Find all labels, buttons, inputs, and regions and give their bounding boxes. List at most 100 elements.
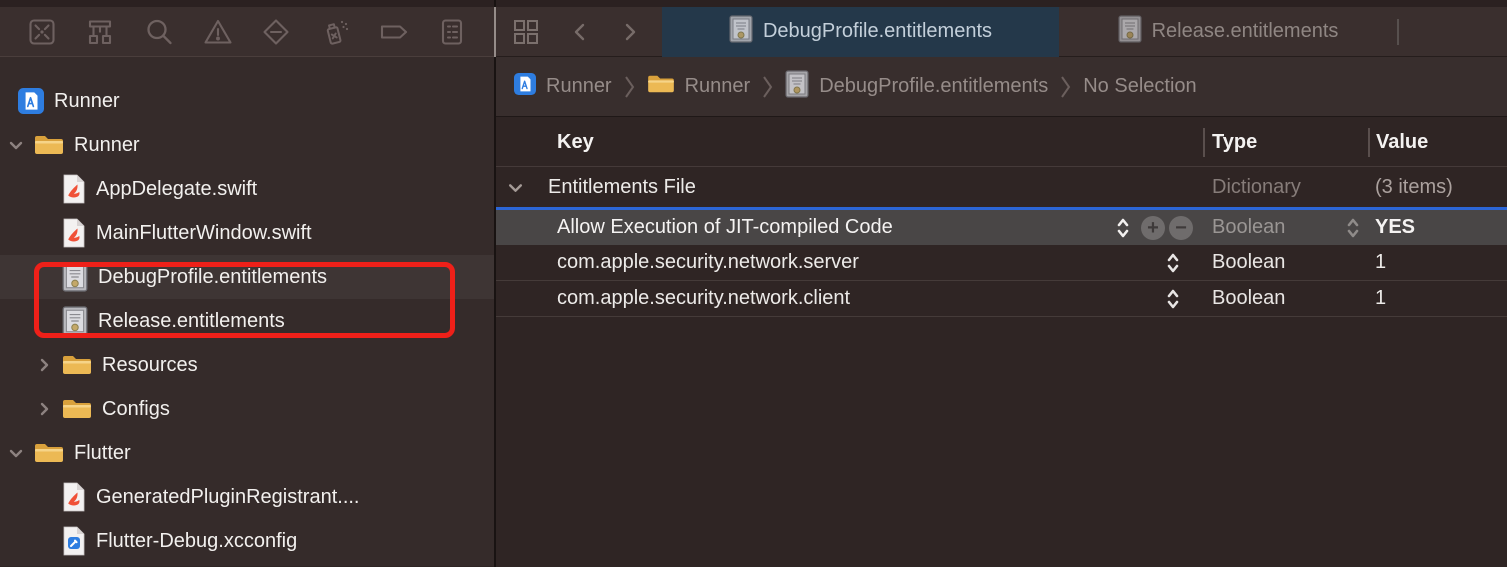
back-chevron-icon[interactable] (570, 20, 590, 44)
sidebar-item-generatedpluginregistrant[interactable]: GeneratedPluginRegistrant.... (0, 475, 494, 519)
key-stepper[interactable] (1166, 251, 1180, 281)
add-row-button[interactable]: + (1141, 216, 1165, 240)
sidebar-item-debugprofile-entitlements[interactable]: DebugProfile.entitlements (0, 255, 494, 299)
folder-icon (647, 73, 675, 101)
sidebar-item-resources[interactable]: Resources (0, 343, 494, 387)
tab-debugprofile-entitlements[interactable]: DebugProfile.entitlements (662, 7, 1059, 57)
key-stepper[interactable] (1166, 287, 1180, 317)
breadcrumb-chevron-icon (624, 74, 635, 100)
tab-bar: DebugProfile.entitlements Release.entitl… (496, 7, 1507, 57)
table-row-entitlements-file[interactable]: Entitlements File Dictionary (3 items) (496, 167, 1507, 207)
xcode-window: Runner Runner AppDelegate.swift (0, 0, 1507, 567)
sidebar-item-runner-folder[interactable]: Runner (0, 123, 494, 167)
navigator-toolbar (0, 7, 494, 57)
row-type: Boolean (1212, 281, 1285, 316)
row-value: YES (1375, 210, 1415, 245)
sidebar-item-label: GeneratedPluginRegistrant.... (96, 486, 360, 509)
editor-pane: DebugProfile.entitlements Release.entitl… (496, 7, 1507, 567)
report-list-icon[interactable] (435, 15, 469, 49)
chevron-right-icon[interactable] (36, 357, 52, 373)
tab-release-entitlements[interactable]: Release.entitlements (1059, 7, 1397, 57)
folder-icon (62, 353, 92, 377)
row-key: com.apple.security.network.client (557, 281, 850, 316)
table-row-jit-compiled-code[interactable]: Allow Execution of JIT-compiled Code + −… (496, 207, 1507, 245)
chevron-down-icon[interactable] (8, 137, 24, 153)
sidebar-item-flutter-folder[interactable]: Flutter (0, 431, 494, 475)
entitlements-file-icon (62, 262, 88, 292)
warning-icon[interactable] (201, 15, 235, 49)
remove-row-button[interactable]: − (1169, 216, 1193, 240)
chevron-down-icon[interactable] (8, 445, 24, 461)
breadcrumb-chevron-icon (762, 74, 773, 100)
tag-icon[interactable] (377, 15, 411, 49)
sidebar-item-label: AppDelegate.swift (96, 178, 257, 201)
row-key: Entitlements File (548, 167, 696, 207)
tab-label: DebugProfile.entitlements (763, 20, 992, 43)
xcode-project-icon (18, 88, 44, 114)
sidebar-item-configs[interactable]: Configs (0, 387, 494, 431)
row-key: Allow Execution of JIT-compiled Code (557, 210, 893, 245)
sidebar-item-label: DebugProfile.entitlements (98, 266, 327, 289)
test-diamond-icon[interactable] (259, 15, 293, 49)
entitlements-file-icon (785, 70, 809, 104)
table-row-network-server[interactable]: com.apple.security.network.server Boolea… (496, 245, 1507, 281)
column-separator[interactable] (1368, 128, 1370, 157)
row-type: Boolean (1212, 210, 1285, 245)
sidebar-item-label: Release.entitlements (98, 310, 285, 333)
left-pane: Runner Runner AppDelegate.swift (0, 7, 494, 567)
entitlements-file-icon (1118, 15, 1142, 49)
related-items-grid-icon[interactable] (512, 18, 540, 46)
sidebar-item-label: MainFlutterWindow.swift (96, 222, 312, 245)
row-value: 1 (1375, 245, 1386, 280)
folder-icon (62, 397, 92, 421)
swift-file-icon (62, 482, 86, 512)
sidebar-item-label: Runner (54, 90, 120, 113)
entitlements-file-icon (729, 15, 753, 49)
column-header-value: Value (1376, 117, 1428, 167)
xcode-project-icon (514, 73, 536, 101)
table-row-network-client[interactable]: com.apple.security.network.client Boolea… (496, 281, 1507, 317)
hierarchy-icon[interactable] (83, 15, 117, 49)
plist-editor: Key Type Value Entitlements File Diction… (496, 117, 1507, 567)
swift-file-icon (62, 218, 86, 248)
value-stepper[interactable] (1346, 216, 1360, 246)
entitlements-file-icon (62, 306, 88, 336)
breadcrumb-item-group[interactable]: Runner (647, 73, 751, 101)
breadcrumb-item-project[interactable]: Runner (514, 73, 612, 101)
sidebar-item-label: Flutter-Debug.xcconfig (96, 530, 297, 553)
spray-can-icon[interactable] (318, 15, 352, 49)
table-header: Key Type Value (496, 117, 1507, 167)
row-type: Boolean (1212, 245, 1285, 280)
sidebar-item-runner-project[interactable]: Runner (0, 79, 494, 123)
breadcrumb: Runner Runner DebugProfile.entitlements (496, 57, 1507, 117)
row-key: com.apple.security.network.server (557, 245, 859, 280)
xcconfig-file-icon (62, 526, 86, 556)
row-type: Dictionary (1212, 167, 1301, 207)
crop-region-icon[interactable] (25, 15, 59, 49)
sidebar-item-appdelegate[interactable]: AppDelegate.swift (0, 167, 494, 211)
column-separator[interactable] (1203, 128, 1205, 157)
project-navigator: Runner Runner AppDelegate.swift (0, 57, 494, 566)
sidebar-item-label: Flutter (74, 442, 131, 465)
chevron-right-icon[interactable] (36, 401, 52, 417)
sidebar-item-mainflutterwindow[interactable]: MainFlutterWindow.swift (0, 211, 494, 255)
search-icon[interactable] (142, 15, 176, 49)
folder-icon (34, 133, 64, 157)
sidebar-item-flutter-debug-xcconfig[interactable]: Flutter-Debug.xcconfig (0, 519, 494, 563)
sidebar-item-label: Resources (102, 354, 198, 377)
breadcrumb-item-no-selection[interactable]: No Selection (1083, 75, 1196, 98)
sidebar-item-label: Runner (74, 134, 140, 157)
breadcrumb-chevron-icon (1060, 74, 1071, 100)
sidebar-item-release-entitlements[interactable]: Release.entitlements (0, 299, 494, 343)
row-value: (3 items) (1375, 167, 1453, 207)
column-header-type: Type (1212, 117, 1257, 167)
folder-icon (34, 441, 64, 465)
breadcrumb-item-file[interactable]: DebugProfile.entitlements (785, 70, 1048, 104)
swift-file-icon (62, 174, 86, 204)
tab-divider (1397, 19, 1399, 45)
row-value: 1 (1375, 281, 1386, 316)
sidebar-item-label: Configs (102, 398, 170, 421)
key-stepper[interactable] (1116, 216, 1130, 246)
forward-chevron-icon[interactable] (620, 20, 640, 44)
chevron-down-icon[interactable] (507, 167, 524, 207)
